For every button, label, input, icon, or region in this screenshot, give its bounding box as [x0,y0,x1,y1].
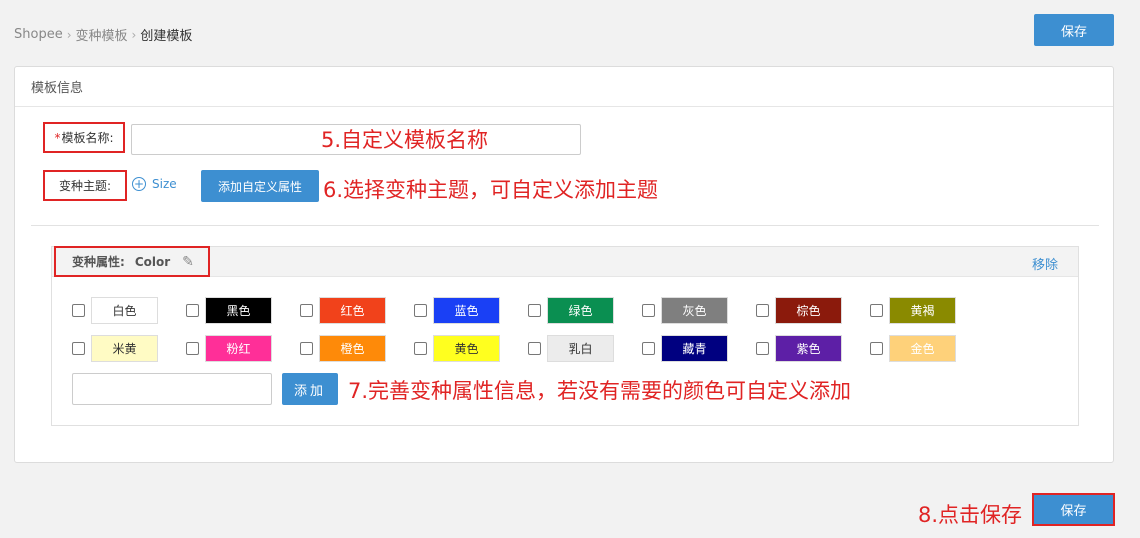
color-swatch[interactable]: 蓝色 [433,297,500,324]
annotation-step7: 7.完善变种属性信息，若没有需要的颜色可自定义添加 [348,379,852,403]
color-swatch[interactable]: 棕色 [775,297,842,324]
color-swatch[interactable]: 橙色 [319,335,386,362]
color-checkbox[interactable] [756,304,769,317]
color-swatch[interactable]: 粉红 [205,335,272,362]
annotation-step5: 5.自定义模板名称 [321,128,489,152]
color-checkbox[interactable] [756,342,769,355]
color-swatch[interactable]: 藏青 [661,335,728,362]
pencil-icon[interactable]: ✎ [182,254,194,270]
color-swatch[interactable]: 黑色 [205,297,272,324]
chevron-right-icon: › [131,27,137,42]
color-checkbox[interactable] [414,342,427,355]
color-checkbox[interactable] [642,304,655,317]
variant-attribute-label: 变种属性: Color ✎ [54,246,210,277]
color-checkbox[interactable] [528,304,541,317]
color-checkbox[interactable] [870,304,883,317]
color-swatch[interactable]: 绿色 [547,297,614,324]
color-checkbox[interactable] [300,304,313,317]
color-checkbox[interactable] [72,342,85,355]
color-checkbox[interactable] [414,304,427,317]
color-checkbox[interactable] [528,342,541,355]
divider [31,225,1099,226]
variant-theme-label: 变种主题: [43,170,127,201]
annotation-step8: 8.点击保存 [918,503,1023,527]
variant-attribute-value: Color [134,254,171,269]
color-option: 乳白 [528,335,642,362]
color-option: 蓝色 [414,297,528,324]
color-option: 米黄 [72,335,186,362]
breadcrumb-item-variant-template[interactable]: 变种模板 [76,25,128,44]
color-swatch[interactable]: 红色 [319,297,386,324]
variant-attribute-header: 变种属性: Color ✎ 移除 [52,246,1078,277]
color-option: 黑色 [186,297,300,324]
chevron-right-icon: › [66,27,72,42]
variant-attribute-box: 变种属性: Color ✎ 移除 白色 黑色 红色 蓝色 绿色 灰色 棕色 黄褐 米黄 粉红 橙色… [51,246,1079,426]
color-swatch[interactable]: 黄色 [433,335,500,362]
color-swatch[interactable]: 金色 [889,335,956,362]
template-info-panel: 模板信息 * 模板名称: 5.自定义模板名称 变种主题: + Size 添加自定… [14,66,1114,463]
add-color-button[interactable]: 添加 [282,373,338,405]
color-swatch[interactable]: 灰色 [661,297,728,324]
color-checkbox[interactable] [300,342,313,355]
template-name-label: * 模板名称: [43,122,125,153]
color-option: 藏青 [642,335,756,362]
plus-circle-icon: + [132,177,146,191]
color-checkbox[interactable] [186,304,199,317]
color-checkbox[interactable] [870,342,883,355]
breadcrumb: Shopee › 变种模板 › 创建模板 [14,25,192,44]
color-option: 白色 [72,297,186,324]
color-checkbox[interactable] [186,342,199,355]
color-option: 橙色 [300,335,414,362]
custom-color-input[interactable] [72,373,272,405]
save-button-bottom-highlight: 保存 [1032,493,1115,526]
color-checkbox[interactable] [642,342,655,355]
template-name-label-text: 模板名称: [61,131,114,145]
color-option: 灰色 [642,297,756,324]
color-option: 棕色 [756,297,870,324]
required-star: * [54,130,61,145]
color-swatch[interactable]: 白色 [91,297,158,324]
color-option: 黄褐 [870,297,984,324]
save-button-top[interactable]: 保存 [1034,14,1114,46]
color-checkbox[interactable] [72,304,85,317]
color-option: 金色 [870,335,984,362]
size-theme-label: Size [152,177,177,191]
breadcrumb-item-current: 创建模板 [140,29,193,44]
color-option: 黄色 [414,335,528,362]
color-swatch[interactable]: 紫色 [775,335,842,362]
breadcrumb-item-shopee[interactable]: Shopee [14,27,63,42]
variant-attribute-label-text: 变种属性: [72,255,125,269]
panel-title: 模板信息 [15,67,1113,107]
size-theme-option[interactable]: + Size [132,177,177,191]
color-swatch[interactable]: 乳白 [547,335,614,362]
color-swatch[interactable]: 米黄 [91,335,158,362]
save-button-bottom[interactable]: 保存 [1034,495,1113,524]
color-row-2: 米黄 粉红 橙色 黄色 乳白 藏青 紫色 金色 [72,335,984,362]
color-option: 红色 [300,297,414,324]
color-option: 紫色 [756,335,870,362]
color-option: 绿色 [528,297,642,324]
annotation-step6: 6.选择变种主题，可自定义添加主题 [323,178,659,202]
remove-attribute-link[interactable]: 移除 [1032,254,1058,273]
add-custom-attribute-button[interactable]: 添加自定义属性 [201,170,319,202]
color-swatch[interactable]: 黄褐 [889,297,956,324]
color-row-1: 白色 黑色 红色 蓝色 绿色 灰色 棕色 黄褐 [72,297,984,324]
color-option: 粉红 [186,335,300,362]
